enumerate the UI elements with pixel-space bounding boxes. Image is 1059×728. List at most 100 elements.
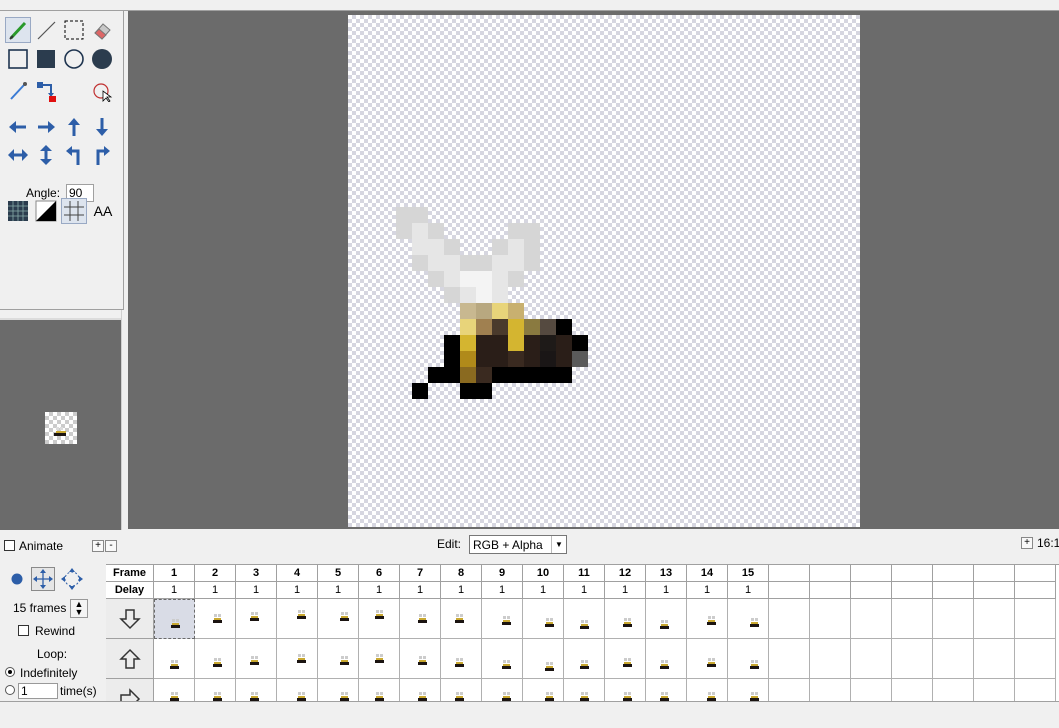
frames-spinner[interactable]: ▲ ▼ [70,599,88,618]
pencil-tool[interactable] [5,17,31,43]
frame-cell[interactable] [400,639,441,679]
ellipse-outline-tool[interactable] [61,46,87,72]
frame-cell[interactable] [318,639,359,679]
frame-cell[interactable] [482,639,523,679]
frame-delay-13[interactable]: 1 [646,582,687,599]
frame-cell[interactable] [441,639,482,679]
frame-cell[interactable] [441,679,482,701]
frame-cell[interactable] [687,679,728,701]
expand-button[interactable] [60,567,84,591]
frame-cell[interactable] [605,599,646,639]
frame-delay-6[interactable]: 1 [359,582,400,599]
zoom-in-button[interactable]: + [1021,537,1033,549]
frame-delay-10[interactable]: 1 [523,582,564,599]
row-up-button[interactable] [106,639,154,679]
frame-cell[interactable] [769,639,810,679]
frame-delay-11[interactable]: 1 [564,582,605,599]
frame-cell[interactable] [359,599,400,639]
frame-cell[interactable] [154,679,195,701]
loop-times-radio[interactable] [5,685,15,695]
play-button[interactable] [5,567,29,591]
frame-delay-9[interactable]: 1 [482,582,523,599]
rotate-left-tool[interactable] [61,142,87,168]
frame-cell[interactable] [564,679,605,701]
frame-cell[interactable] [1015,679,1056,701]
frame-cell[interactable] [523,599,564,639]
frame-cell[interactable] [810,679,851,701]
frame-cell[interactable] [359,679,400,701]
frame-cell[interactable] [564,639,605,679]
frame-cell[interactable] [851,679,892,701]
frame-delay-15[interactable]: 1 [728,582,769,599]
grid-fill-toggle[interactable] [5,198,31,224]
frame-cell[interactable] [154,639,195,679]
frame-cell[interactable] [523,679,564,701]
select-rect-tool[interactable] [61,17,87,43]
frame-cell[interactable] [195,639,236,679]
frame-cell[interactable] [646,639,687,679]
line-tool[interactable] [33,17,59,43]
frame-cell[interactable] [728,639,769,679]
frame-cell[interactable] [441,599,482,639]
rotate-picker-tool[interactable] [89,78,115,104]
rect-filled-tool[interactable] [33,46,59,72]
frame-cell[interactable] [974,639,1015,679]
ellipse-filled-tool[interactable] [89,46,115,72]
frame-cell[interactable] [605,639,646,679]
frame-cell[interactable] [974,599,1015,639]
frame-cell[interactable] [646,679,687,701]
frame-cell[interactable] [728,599,769,639]
frame-cell[interactable] [851,639,892,679]
frame-cell[interactable] [810,639,851,679]
frame-cell[interactable] [769,599,810,639]
frame-cell[interactable] [687,599,728,639]
frame-cell[interactable] [236,679,277,701]
animate-checkbox[interactable] [4,540,15,551]
frame-cell[interactable] [1015,639,1056,679]
frame-cell[interactable] [236,599,277,639]
frame-delay-3[interactable]: 1 [236,582,277,599]
frame-cell[interactable] [400,679,441,701]
eyedropper-tool[interactable] [5,78,31,104]
flip-vertical-tool[interactable] [33,142,59,168]
drawing-canvas[interactable] [348,15,860,527]
frame-cell[interactable] [892,639,933,679]
move-frame-button[interactable] [31,567,55,591]
frame-cell[interactable] [1015,599,1056,639]
frame-cell[interactable] [933,639,974,679]
frame-delay-1[interactable]: 1 [154,582,195,599]
frame-cell[interactable] [810,599,851,639]
frame-delay-2[interactable]: 1 [195,582,236,599]
frame-cell[interactable] [851,599,892,639]
antialias-toggle[interactable]: AA [89,198,117,224]
loop-indefinitely-radio[interactable] [5,667,15,677]
gradient-toggle[interactable] [33,198,59,224]
frame-cell[interactable] [728,679,769,701]
frame-cell[interactable] [605,679,646,701]
frame-cell[interactable] [277,679,318,701]
preview-zoom-out-button[interactable]: - [105,540,117,552]
color-replace-tool[interactable] [33,78,59,104]
rewind-checkbox[interactable] [18,625,29,636]
frame-cell[interactable] [359,639,400,679]
frame-cell[interactable] [482,679,523,701]
frame-cell[interactable] [687,639,728,679]
frame-cell[interactable] [482,599,523,639]
frame-cell[interactable] [933,679,974,701]
frame-cell[interactable] [646,599,687,639]
frame-cell[interactable] [892,679,933,701]
frame-delay-7[interactable]: 1 [400,582,441,599]
frame-cell[interactable] [195,599,236,639]
shift-down-tool[interactable] [89,114,115,140]
shift-up-tool[interactable] [61,114,87,140]
frame-delay-8[interactable]: 1 [441,582,482,599]
preview-zoom-in-button[interactable]: + [92,540,104,552]
frame-cell[interactable] [933,599,974,639]
frame-delay-5[interactable]: 1 [318,582,359,599]
loop-times-input[interactable] [18,683,58,699]
rect-outline-tool[interactable] [5,46,31,72]
frame-cell[interactable] [236,639,277,679]
frame-cell[interactable] [523,639,564,679]
row-right-button[interactable] [106,679,154,701]
frame-cell[interactable] [195,679,236,701]
